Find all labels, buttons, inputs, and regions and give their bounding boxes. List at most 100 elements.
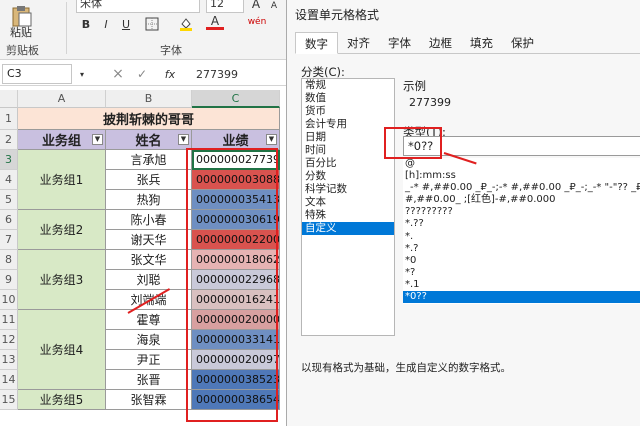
group-cell[interactable]: 业务组4 — [18, 310, 106, 390]
row-header[interactable]: 5 — [0, 190, 18, 210]
row-header[interactable]: 13 — [0, 350, 18, 370]
formula-bar: C3 ▾ × ✓ fx 277399 — [0, 62, 290, 86]
row-header[interactable]: 10 — [0, 290, 18, 310]
format-code-item[interactable]: *. — [403, 231, 640, 243]
name-cell[interactable]: 张晋 — [106, 370, 192, 390]
group-cell[interactable]: 业务组2 — [18, 210, 106, 250]
group-cell[interactable]: 业务组1 — [18, 150, 106, 210]
format-code-item[interactable]: *0 — [403, 255, 640, 267]
row-header[interactable]: 15 — [0, 390, 18, 410]
row-header[interactable]: 4 — [0, 170, 18, 190]
name-cell[interactable]: 刘聪 — [106, 270, 192, 290]
formula-input[interactable]: 277399 — [196, 64, 286, 84]
category-item[interactable]: 常规 — [302, 79, 394, 92]
filter-dropdown-icon[interactable]: ▼ — [266, 134, 277, 145]
tab-5[interactable]: 填充 — [461, 32, 502, 54]
column-title-3[interactable]: 业绩 ▼ — [192, 130, 280, 150]
name-cell[interactable]: 张智霖 — [106, 390, 192, 410]
tab-6[interactable]: 保护 — [502, 32, 543, 54]
tab-1[interactable]: 数字 — [295, 32, 338, 54]
clipboard-group-label: 剪贴板 — [6, 44, 39, 57]
name-cell[interactable]: 谢天华 — [106, 230, 192, 250]
row-header[interactable]: 14 — [0, 370, 18, 390]
category-item[interactable]: 货币 — [302, 105, 394, 118]
sheet-title[interactable]: 披荆斩棘的哥哥 — [18, 108, 280, 130]
row-header[interactable]: 8 — [0, 250, 18, 270]
name-cell[interactable]: 霍尊 — [106, 310, 192, 330]
row-header[interactable]: 2 — [0, 130, 18, 150]
row-header[interactable]: 11 — [0, 310, 18, 330]
paste-button[interactable]: 粘贴 — [6, 26, 36, 39]
name-cell[interactable]: 陈小春 — [106, 210, 192, 230]
font-group-label: 字体 — [160, 44, 182, 57]
filter-dropdown-icon[interactable]: ▼ — [178, 134, 189, 145]
enter-icon[interactable]: ✓ — [134, 64, 150, 84]
format-code-item[interactable]: #,##0.00_ ;[红色]-#,##0.000 — [403, 194, 640, 206]
format-code-item[interactable]: ????????? — [403, 206, 640, 218]
category-item[interactable]: 百分比 — [302, 157, 394, 170]
category-list[interactable]: 常规 数值 货币 会计专用 日期 时间 百分比 分数 科学记数 文本 特殊 自定义 — [301, 78, 395, 336]
tab-2[interactable]: 对齐 — [338, 32, 379, 54]
tab-3[interactable]: 字体 — [379, 32, 420, 54]
row-header[interactable]: 12 — [0, 330, 18, 350]
borders-icon[interactable] — [142, 16, 162, 32]
row-header[interactable]: 1 — [0, 108, 18, 130]
category-item[interactable]: 时间 — [302, 144, 394, 157]
bold-button[interactable]: B — [78, 16, 94, 32]
fill-color-icon[interactable] — [176, 16, 196, 32]
name-cell[interactable]: 尹正 — [106, 350, 192, 370]
format-code-item[interactable]: *.? — [403, 243, 640, 255]
tab-4[interactable]: 边框 — [420, 32, 461, 54]
format-code-item[interactable]: *? — [403, 267, 640, 279]
column-header-a[interactable]: A — [18, 90, 106, 108]
name-box-dropdown-icon[interactable]: ▾ — [76, 66, 88, 82]
row-header[interactable]: 3 — [0, 150, 18, 170]
format-code-item[interactable]: *.?? — [403, 218, 640, 230]
name-box[interactable]: C3 — [2, 64, 72, 84]
format-code-item[interactable]: *0?? — [403, 291, 640, 304]
format-code-item[interactable]: _-* #,##0.00 _₽_-;-* #,##0.00 _₽_-;_-* "… — [403, 182, 640, 194]
column-title-1[interactable]: 业务组 ▼ — [18, 130, 106, 150]
italic-button[interactable]: I — [98, 16, 114, 32]
format-description: 以现有格式为基础，生成自定义的数字格式。 — [301, 362, 511, 374]
ribbon-separator — [66, 2, 67, 54]
column-title-2[interactable]: 姓名 ▼ — [106, 130, 192, 150]
name-cell[interactable]: 海泉 — [106, 330, 192, 350]
column-header-b[interactable]: B — [106, 90, 192, 108]
name-cell[interactable]: 张文华 — [106, 250, 192, 270]
category-item[interactable]: 科学记数 — [302, 183, 394, 196]
name-cell[interactable]: 张兵 — [106, 170, 192, 190]
category-item[interactable]: 文本 — [302, 196, 394, 209]
name-cell[interactable]: 言承旭 — [106, 150, 192, 170]
cancel-icon[interactable]: × — [110, 64, 126, 84]
row-header[interactable]: 6 — [0, 210, 18, 230]
phonetic-button[interactable]: wén — [244, 14, 270, 30]
format-code-item[interactable]: *.1 — [403, 279, 640, 291]
font-color-button[interactable]: A — [206, 14, 224, 30]
category-item[interactable]: 日期 — [302, 131, 394, 144]
column-header-c[interactable]: C — [192, 90, 280, 108]
font-name-select[interactable]: 宋体 — [76, 0, 200, 13]
group-cell[interactable]: 业务组5 — [18, 390, 106, 410]
category-item[interactable]: 特殊 — [302, 209, 394, 222]
format-code-list[interactable]: @ [h]:mm:ss _-* #,##0.00 _₽_-;-* #,##0.00 … — [403, 158, 640, 304]
select-all-corner[interactable] — [0, 90, 18, 108]
format-code-item[interactable]: [h]:mm:ss — [403, 170, 640, 182]
category-item[interactable]: 数值 — [302, 92, 394, 105]
format-code-item[interactable]: @ — [403, 158, 640, 170]
fx-icon[interactable]: fx — [160, 64, 180, 84]
shrink-font-button[interactable]: A — [266, 0, 282, 14]
category-item[interactable]: 分数 — [302, 170, 394, 183]
group-cell[interactable]: 业务组3 — [18, 250, 106, 310]
filter-dropdown-icon[interactable]: ▼ — [92, 134, 103, 145]
sample-value: 277399 — [409, 96, 451, 109]
font-size-select[interactable]: 12 — [206, 0, 244, 13]
name-cell[interactable]: 热狗 — [106, 190, 192, 210]
dialog-tabs: 数字 对齐 字体 边框 填充 保护 — [295, 32, 640, 54]
row-header[interactable]: 9 — [0, 270, 18, 290]
underline-button[interactable]: U — [118, 16, 134, 32]
category-item[interactable]: 会计专用 — [302, 118, 394, 131]
grow-font-button[interactable]: A — [248, 0, 264, 12]
category-item[interactable]: 自定义 — [302, 222, 394, 235]
row-header[interactable]: 7 — [0, 230, 18, 250]
